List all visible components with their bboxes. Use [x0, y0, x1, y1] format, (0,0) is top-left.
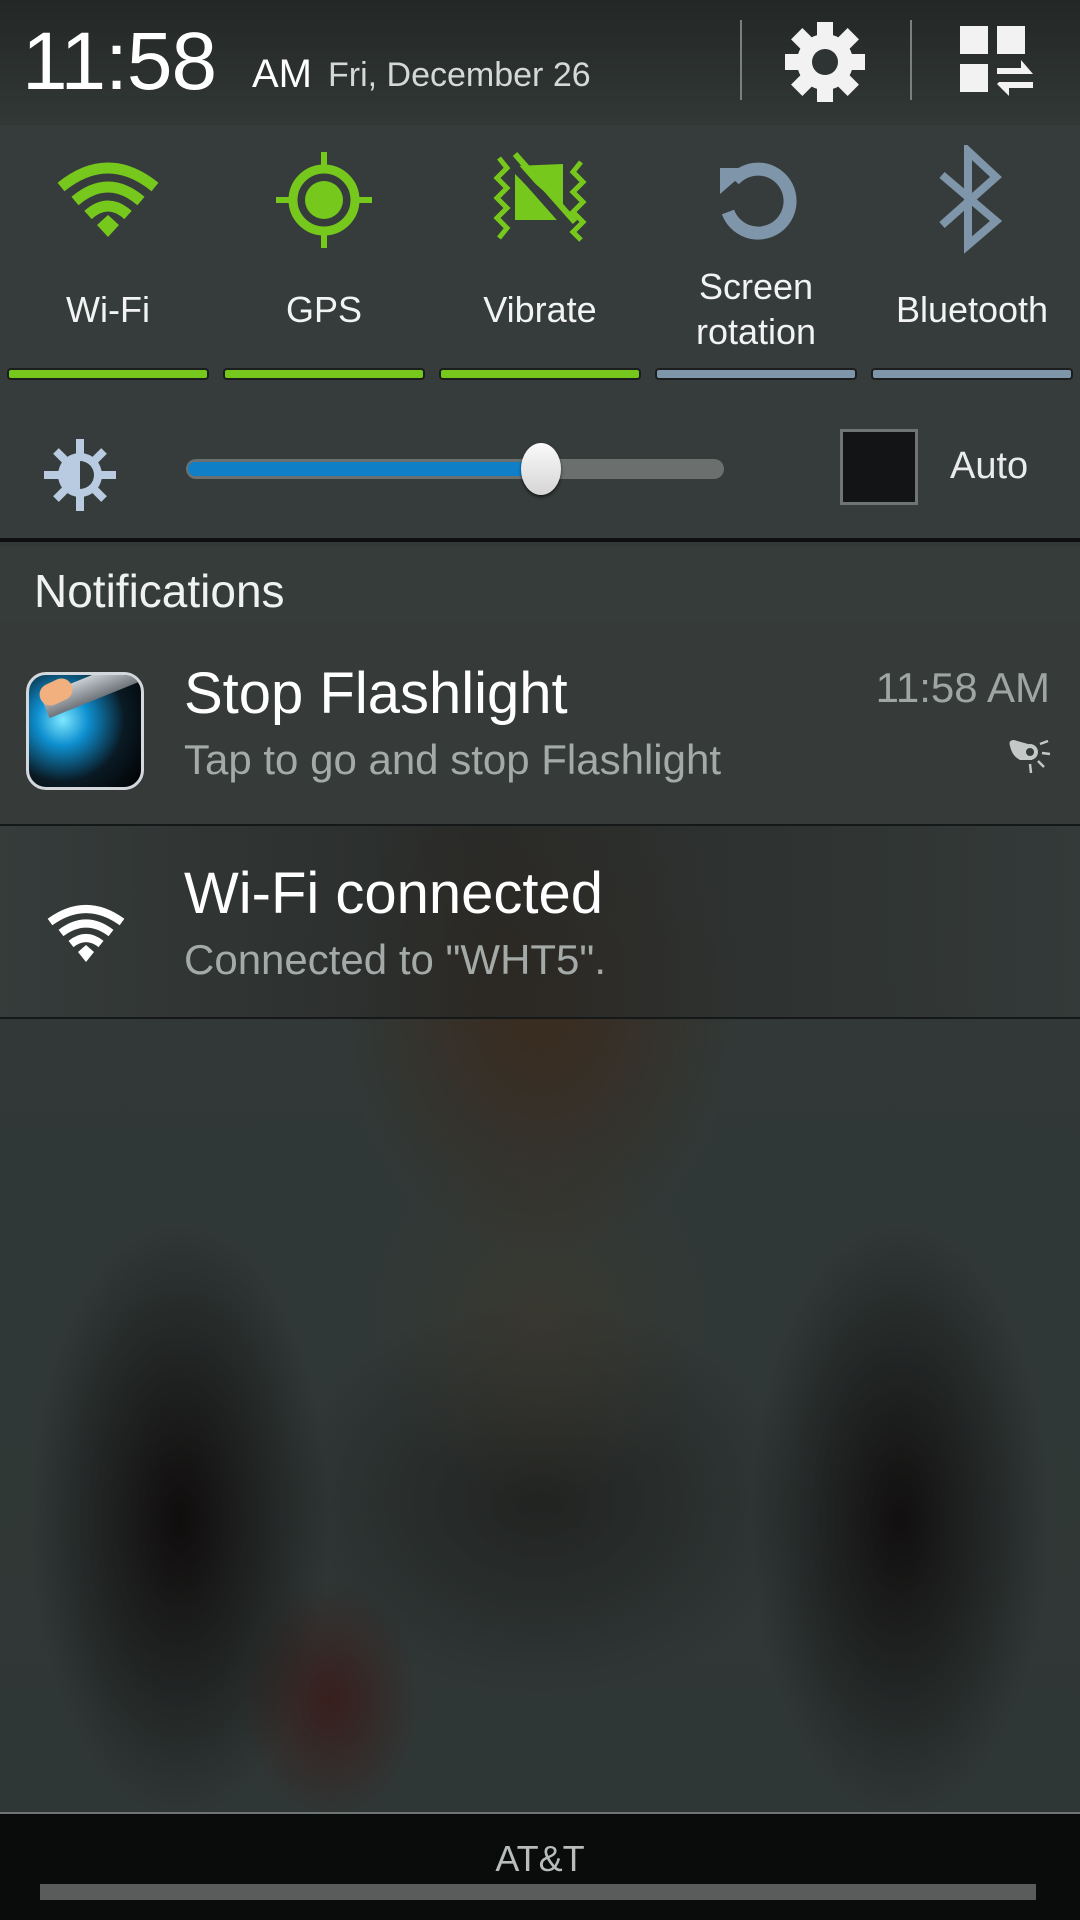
toggle-indicator-bar	[439, 368, 641, 380]
notification-title: Stop Flashlight	[184, 661, 568, 726]
panel-drag-handle[interactable]	[40, 1884, 1036, 1900]
settings-button[interactable]	[780, 20, 870, 104]
brightness-slider[interactable]	[186, 443, 724, 495]
notification-time: 11:58 AM	[875, 664, 1050, 711]
notification-text: Tap to go and stop Flashlight	[184, 736, 722, 783]
quick-settings-panel: Wi-Fi GPS Vibrate Screen rotation Blueto…	[0, 125, 1080, 385]
clock-time: 11:58	[22, 16, 217, 107]
toggle-label: rotation	[695, 311, 817, 352]
toggle-indicator-bar	[7, 368, 209, 380]
notification-title: Wi-Fi connected	[184, 861, 604, 926]
brightness-slider-thumb[interactable]	[521, 443, 561, 495]
toggle-label: GPS	[285, 289, 363, 330]
notifications-title: Notifications	[34, 565, 285, 617]
toggle-indicator-bar	[871, 368, 1073, 380]
brightness-icon	[44, 439, 116, 511]
flashlight-icon	[1009, 739, 1051, 774]
screen-rotation-icon	[720, 162, 797, 240]
notification-text: Connected to "WHT5".	[184, 936, 606, 983]
toggle-indicator-bar	[223, 368, 425, 380]
wifi-icon	[57, 162, 159, 237]
toggle-screen-rotation[interactable]: Screen rotation	[648, 125, 864, 385]
multi-window-icon	[960, 26, 1033, 96]
divider	[910, 20, 912, 100]
gps-icon	[276, 152, 372, 248]
notification-item[interactable]: Stop Flashlight Tap to go and stop Flash…	[0, 622, 1080, 826]
gear-icon	[785, 22, 865, 102]
status-header: 11:58 AM Fri, December 26	[0, 0, 1080, 125]
auto-brightness-checkbox[interactable]	[840, 429, 918, 505]
auto-brightness-label: Auto	[950, 445, 1029, 487]
toggle-gps[interactable]: GPS	[216, 125, 432, 385]
notification-item[interactable]: Wi-Fi connected Connected to "WHT5".	[0, 826, 1080, 1019]
toggle-label: Bluetooth	[895, 289, 1049, 330]
date-label: Fri, December 26	[328, 56, 591, 94]
divider	[740, 20, 742, 100]
brightness-panel: Auto	[0, 385, 1080, 542]
toggle-label: Vibrate	[483, 289, 597, 330]
bluetooth-icon	[939, 145, 1003, 254]
toggle-label: Screen	[698, 266, 814, 307]
toggle-vibrate[interactable]: Vibrate	[432, 125, 648, 385]
flashlight-app-icon	[26, 672, 144, 790]
clock-ampm: AM	[252, 52, 312, 96]
toggle-indicator-bar	[655, 368, 857, 380]
vibrate-icon	[493, 152, 587, 242]
toggle-bluetooth[interactable]: Bluetooth	[864, 125, 1080, 385]
toggle-wifi[interactable]: Wi-Fi	[0, 125, 216, 385]
notifications-header: Notifications	[0, 546, 1080, 622]
carrier-label: AT&T	[495, 1838, 585, 1879]
carrier-bar: AT&T	[0, 1812, 1080, 1920]
multi-window-button[interactable]	[955, 22, 1035, 102]
toggle-label: Wi-Fi	[66, 289, 150, 330]
brightness-slider-fill	[188, 462, 541, 476]
wifi-icon	[47, 905, 125, 962]
